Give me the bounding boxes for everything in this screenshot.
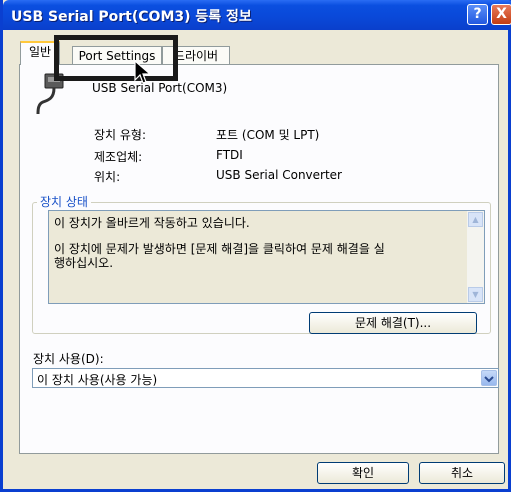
chevron-down-icon[interactable] — [481, 370, 497, 386]
device-name: USB Serial Port(COM3) — [92, 81, 228, 95]
location-label: 위치: — [94, 170, 121, 184]
device-status-title: 장치 상태 — [37, 193, 91, 210]
title-bar[interactable]: USB Serial Port(COM3) 등록 정보 ? X — [3, 0, 511, 30]
tab-general-label: 일반 — [28, 45, 52, 59]
properties-dialog: USB Serial Port(COM3) 등록 정보 ? X 일반 Port … — [0, 0, 511, 492]
close-button[interactable]: X — [491, 4, 511, 25]
window-title: USB Serial Port(COM3) 등록 정보 — [11, 9, 252, 25]
cancel-button[interactable]: 취소 — [419, 462, 505, 484]
status-scrollbar[interactable]: ▲ ▼ — [467, 211, 484, 303]
manufacturer-label: 제조업체: — [94, 150, 143, 164]
troubleshoot-button[interactable]: 문제 해결(T)... — [309, 312, 477, 334]
device-type-value: 포트 (COM 및 LPT) — [216, 128, 320, 142]
manufacturer-value: FTDI — [216, 148, 243, 162]
scroll-down-icon[interactable]: ▼ — [468, 287, 483, 302]
highlight-box — [54, 35, 178, 81]
status-line-1: 이 장치가 올바르게 작동하고 있습니다. — [54, 216, 250, 230]
device-type-label: 장치 유형: — [94, 128, 147, 142]
tab-driver-label: 드라이버 — [173, 49, 219, 63]
scroll-up-icon[interactable]: ▲ — [468, 212, 483, 227]
mouse-cursor-icon — [134, 60, 152, 84]
status-line-3: 행하십시오. — [54, 256, 114, 270]
device-status-textbox[interactable]: 이 장치가 올바르게 작동하고 있습니다. 이 장치에 문제가 발생하면 [문제… — [48, 210, 485, 304]
device-usage-label: 장치 사용(D): — [33, 352, 104, 366]
ok-button[interactable]: 확인 — [317, 462, 409, 484]
help-button[interactable]: ? — [467, 4, 488, 25]
device-usage-value: 이 장치 사용(사용 가능) — [37, 373, 158, 387]
location-value: USB Serial Converter — [216, 168, 342, 182]
device-usage-select[interactable]: 이 장치 사용(사용 가능) — [32, 368, 499, 388]
